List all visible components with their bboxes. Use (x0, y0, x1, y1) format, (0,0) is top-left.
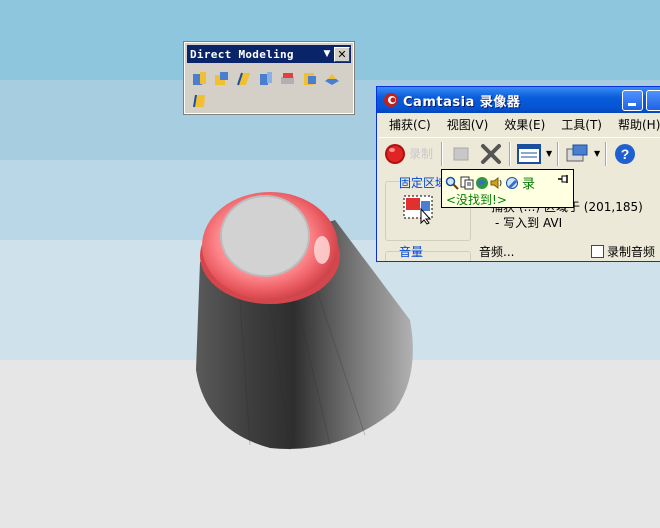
menu-help[interactable]: 帮助(H) (610, 116, 660, 133)
camtasia-titlebar[interactable]: Camtasia 录像器 (377, 87, 660, 113)
pin-icon[interactable] (557, 173, 569, 185)
audio-icon[interactable] (490, 176, 504, 190)
delete-button[interactable] (476, 140, 506, 168)
pattern-face-icon[interactable] (300, 69, 320, 89)
toolbar-separator (605, 141, 608, 166)
tooltip-icon-row: 录 (445, 173, 535, 192)
toolbar-separator (441, 141, 444, 166)
search-icon[interactable] (445, 176, 459, 190)
record-audio-label: 录制音频 (607, 245, 656, 259)
record-circle-icon (385, 143, 405, 164)
help-button[interactable]: ? (610, 140, 640, 168)
draft-face-icon[interactable] (190, 91, 210, 111)
menu-view[interactable]: 视图(V) (439, 116, 497, 133)
record-audio-option[interactable]: 录制音频 (591, 243, 655, 260)
camtasia-logo-icon (384, 93, 398, 107)
close-button[interactable]: ✕ (334, 46, 350, 62)
tooltip-record-label[interactable]: 录 (522, 173, 535, 192)
toolbar-separator (557, 141, 560, 166)
knob-highlight (314, 236, 330, 264)
tooltip-not-found-text: <没找到!> (446, 193, 507, 207)
capture-region-icon (517, 143, 542, 164)
stop-button[interactable] (446, 140, 476, 168)
rotate-face-icon[interactable] (234, 69, 254, 89)
menu-effects[interactable]: 效果(E) (496, 116, 553, 133)
direct-modeling-title: Direct Modeling (190, 47, 294, 61)
web-icon[interactable] (475, 176, 489, 190)
fixed-region-label: 固定区域 (399, 176, 448, 190)
quick-tooltip-popup: 录 <没找到!> (441, 169, 574, 208)
menu-tools[interactable]: 工具(T) (553, 116, 610, 133)
menu-capture[interactable]: 捕获(C) (381, 116, 439, 133)
triangle-down-icon[interactable]: ▼ (320, 49, 334, 59)
output-settings-dropdown-icon[interactable]: ▼ (592, 149, 602, 158)
toolbar-separator (509, 141, 512, 166)
record-audio-checkbox[interactable] (591, 245, 604, 258)
camtasia-menubar: 捕获(C) 视图(V) 效果(E) 工具(T) 帮助(H) (377, 113, 660, 135)
help-icon: ? (615, 143, 636, 164)
volume-group (385, 251, 471, 261)
volume-label: 音量 (399, 245, 424, 259)
capture-region-button[interactable] (514, 140, 544, 168)
copy-icon[interactable] (460, 176, 474, 190)
maximize-button[interactable] (646, 89, 660, 111)
minimize-button[interactable] (622, 89, 643, 111)
output-settings-icon (566, 144, 588, 161)
capture-region-dropdown-icon[interactable]: ▼ (544, 149, 554, 158)
resize-face-icon[interactable] (322, 69, 342, 89)
offset-face-icon[interactable] (212, 69, 232, 89)
direct-modeling-toolbar[interactable]: Direct Modeling ▼ ✕ (183, 41, 355, 115)
delete-x-icon (481, 143, 502, 164)
delete-face-icon[interactable] (278, 69, 298, 89)
write-avi-text: - 写入到 AVI (495, 216, 563, 230)
audio-options-link[interactable]: 音频... (479, 243, 514, 260)
record-label: 录制 (409, 147, 434, 161)
move-face-icon[interactable] (190, 69, 210, 89)
edit-icon[interactable] (505, 176, 519, 190)
stop-square-icon (453, 147, 469, 160)
record-button[interactable]: 录制 (379, 140, 438, 168)
camtasia-toolbar: 录制 ▼ ▼ ? (379, 137, 660, 169)
direct-modeling-titlebar[interactable]: Direct Modeling ▼ ✕ (187, 45, 351, 63)
camtasia-title: Camtasia 录像器 (403, 94, 521, 110)
output-settings-button[interactable] (562, 140, 592, 168)
replace-face-icon[interactable] (256, 69, 276, 89)
select-region-icon[interactable] (403, 195, 437, 225)
help-label: ? (621, 146, 630, 162)
